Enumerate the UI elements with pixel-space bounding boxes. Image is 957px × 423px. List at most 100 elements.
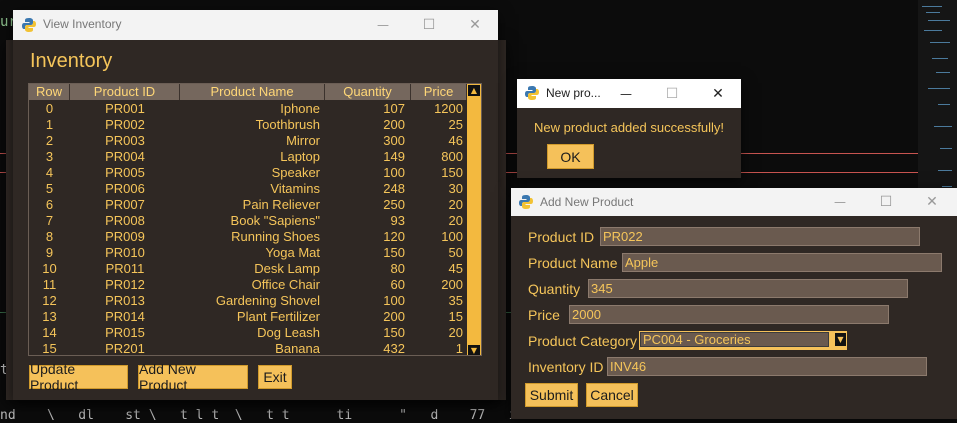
product-name-cell: Banana bbox=[275, 341, 320, 356]
add-new-product-window: Add New Product — ☐ ✕ Product ID PR022 P… bbox=[511, 188, 957, 419]
quantity-cell: 432 bbox=[383, 341, 405, 356]
product-id-cell: PR008 bbox=[105, 213, 145, 228]
table-row[interactable]: 2 PR003 Mirror 300 46 bbox=[29, 133, 469, 149]
product-name-cell: Yoga Mat bbox=[265, 245, 320, 260]
quantity-label: Quantity bbox=[528, 281, 581, 297]
quantity-cell: 248 bbox=[383, 181, 405, 196]
product-id-cell: PR201 bbox=[105, 341, 145, 356]
price-cell: 100 bbox=[441, 229, 463, 244]
quantity-cell: 200 bbox=[383, 309, 405, 324]
inventory-table[interactable]: Row Product ID Product Name Quantity Pri… bbox=[28, 83, 482, 356]
table-row[interactable]: 11 PR012 Office Chair 60 200 bbox=[29, 277, 469, 293]
product-id-cell: PR010 bbox=[105, 245, 145, 260]
row-index-cell: 1 bbox=[45, 117, 54, 132]
product-id-cell: PR011 bbox=[105, 261, 145, 276]
price-cell: 1 bbox=[455, 341, 463, 356]
dialog-message: New product added successfully! bbox=[534, 120, 725, 135]
product-id-cell: PR002 bbox=[105, 117, 145, 132]
table-row[interactable]: 9 PR010 Yoga Mat 150 50 bbox=[29, 245, 469, 261]
product-name-cell: Office Chair bbox=[251, 277, 320, 292]
add-product-window-title: Add New Product bbox=[540, 195, 634, 209]
price-cell: 25 bbox=[448, 117, 463, 132]
chevron-down-icon[interactable]: ▼ bbox=[835, 333, 846, 346]
dialog-titlebar[interactable]: New pro... — ☐ ✕ bbox=[517, 79, 741, 108]
product-name-cell: Book "Sapiens" bbox=[230, 213, 320, 228]
product-id-cell: PR015 bbox=[105, 325, 145, 340]
price-input[interactable]: 2000 bbox=[569, 305, 889, 324]
price-cell: 200 bbox=[441, 277, 463, 292]
new-product-dialog: New pro... — ☐ ✕ New product added succe… bbox=[517, 79, 741, 178]
minimize-button[interactable]: — bbox=[360, 10, 406, 40]
product-id-cell: PR014 bbox=[105, 309, 145, 324]
cancel-button[interactable]: Cancel bbox=[586, 383, 638, 407]
row-index-cell: 14 bbox=[42, 325, 57, 340]
product-name-input[interactable]: Apple bbox=[622, 253, 942, 272]
product-name-cell: Laptop bbox=[280, 149, 320, 164]
row-index-cell: 7 bbox=[45, 213, 54, 228]
product-name-cell: Mirror bbox=[286, 133, 320, 148]
row-index-cell: 0 bbox=[45, 101, 54, 116]
close-button[interactable]: ✕ bbox=[909, 188, 955, 216]
column-header-row[interactable]: Row bbox=[29, 84, 70, 100]
inventory-titlebar[interactable]: View Inventory — ☐ ✕ bbox=[13, 10, 498, 40]
product-category-select[interactable]: PC004 - Groceries ▼ bbox=[639, 331, 847, 350]
column-header-quantity[interactable]: Quantity bbox=[325, 84, 411, 100]
add-new-product-button[interactable]: Add New Product bbox=[138, 361, 248, 393]
table-row[interactable]: 13 PR014 Plant Fertilizer 200 15 bbox=[29, 309, 469, 325]
close-button[interactable]: ✕ bbox=[695, 79, 741, 108]
submit-button[interactable]: Submit bbox=[525, 383, 578, 407]
column-header-product-name[interactable]: Product Name bbox=[180, 84, 325, 100]
table-scrollbar[interactable]: ▲ ▼ bbox=[467, 84, 481, 355]
terminal-command-line: nd \ dl st \ t l t \ t t ti " d 77 i bbox=[0, 408, 517, 423]
price-cell: 1200 bbox=[434, 101, 463, 116]
table-row[interactable]: 7 PR008 Book "Sapiens" 93 20 bbox=[29, 213, 469, 229]
editor-minimap[interactable] bbox=[918, 0, 957, 200]
product-name-cell: Vitamins bbox=[270, 181, 320, 196]
product-category-label: Product Category bbox=[528, 333, 637, 349]
table-row[interactable]: 8 PR009 Running Shoes 120 100 bbox=[29, 229, 469, 245]
row-index-cell: 12 bbox=[42, 293, 57, 308]
row-index-cell: 6 bbox=[45, 197, 54, 212]
table-row[interactable]: 4 PR005 Speaker 100 150 bbox=[29, 165, 469, 181]
maximize-button[interactable]: ☐ bbox=[863, 188, 909, 216]
table-row[interactable]: 3 PR004 Laptop 149 800 bbox=[29, 149, 469, 165]
quantity-cell: 120 bbox=[383, 229, 405, 244]
quantity-cell: 150 bbox=[383, 325, 405, 340]
product-category-value: PC004 - Groceries bbox=[640, 332, 829, 347]
quantity-cell: 100 bbox=[383, 165, 405, 180]
price-cell: 45 bbox=[448, 261, 463, 276]
exit-button[interactable]: Exit bbox=[258, 365, 292, 389]
table-row[interactable]: 15 PR201 Banana 432 1 bbox=[29, 341, 469, 356]
table-row[interactable]: 10 PR011 Desk Lamp 80 45 bbox=[29, 261, 469, 277]
ok-button[interactable]: OK bbox=[547, 144, 594, 169]
table-row[interactable]: 0 PR001 Iphone 107 1200 bbox=[29, 101, 469, 117]
column-header-product-id[interactable]: Product ID bbox=[70, 84, 180, 100]
inventory-heading: Inventory bbox=[30, 50, 113, 72]
minimize-button[interactable]: — bbox=[603, 79, 649, 108]
table-row[interactable]: 1 PR002 Toothbrush 200 25 bbox=[29, 117, 469, 133]
scroll-down-icon[interactable]: ▼ bbox=[468, 345, 480, 355]
update-product-button[interactable]: Update Product bbox=[29, 361, 128, 393]
table-row[interactable]: 5 PR006 Vitamins 248 30 bbox=[29, 181, 469, 197]
python-icon bbox=[525, 86, 539, 100]
maximize-button[interactable]: ☐ bbox=[649, 79, 695, 108]
product-name-label: Product Name bbox=[528, 255, 618, 271]
price-cell: 35 bbox=[448, 293, 463, 308]
add-product-titlebar[interactable]: Add New Product — ☐ ✕ bbox=[511, 188, 957, 216]
table-row[interactable]: 6 PR007 Pain Reliever 250 20 bbox=[29, 197, 469, 213]
price-cell: 20 bbox=[448, 197, 463, 212]
table-row[interactable]: 12 PR013 Gardening Shovel 100 35 bbox=[29, 293, 469, 309]
product-name-cell: Iphone bbox=[280, 101, 320, 116]
minimize-button[interactable]: — bbox=[817, 188, 863, 216]
price-cell: 800 bbox=[441, 149, 463, 164]
row-index-cell: 15 bbox=[42, 341, 57, 356]
close-button[interactable]: ✕ bbox=[452, 10, 498, 40]
quantity-input[interactable]: 345 bbox=[588, 279, 908, 298]
inventory-id-input[interactable]: INV46 bbox=[607, 357, 927, 376]
table-row[interactable]: 14 PR015 Dog Leash 150 20 bbox=[29, 325, 469, 341]
column-header-price[interactable]: Price bbox=[411, 84, 467, 100]
scroll-up-icon[interactable]: ▲ bbox=[468, 85, 480, 96]
product-id-input[interactable]: PR022 bbox=[600, 227, 920, 246]
price-cell: 20 bbox=[448, 325, 463, 340]
maximize-button[interactable]: ☐ bbox=[406, 10, 452, 40]
